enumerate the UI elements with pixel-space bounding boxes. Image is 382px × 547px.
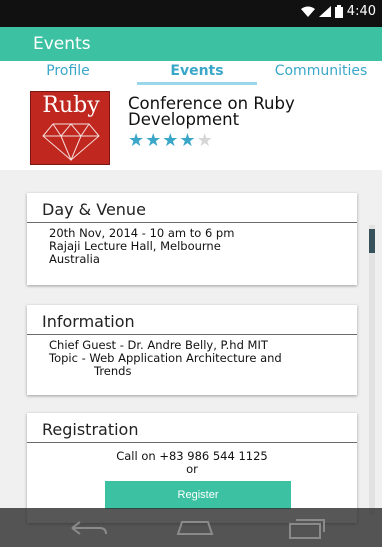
registration-heading: Registration (42, 420, 139, 439)
venue-country: Australia (49, 252, 100, 266)
star-empty-icon: ★ (196, 130, 213, 151)
ruby-logo: Ruby (30, 91, 110, 165)
information-card-header: Information (27, 305, 357, 335)
scrollbar-thumb[interactable] (369, 229, 375, 253)
or-text: or (186, 462, 198, 476)
back-icon[interactable] (66, 516, 112, 540)
recent-apps-icon[interactable] (284, 516, 330, 540)
star-icon: ★ (179, 130, 196, 151)
venue-heading: Day & Venue (42, 200, 146, 219)
event-title: Conference on Ruby Development (128, 94, 295, 129)
venue-card: Day & Venue 20th Nov, 2014 - 10 am to 6 … (27, 193, 357, 285)
venue-card-header: Day & Venue (27, 193, 357, 223)
star-icon: ★ (128, 130, 145, 151)
navigation-bar (0, 508, 382, 547)
information-card: Information Chief Guest - Dr. Andre Bell… (27, 305, 357, 395)
home-icon[interactable] (172, 516, 218, 540)
information-heading: Information (42, 312, 135, 331)
battery-icon (334, 5, 343, 18)
wifi-icon (300, 6, 315, 17)
status-bar: 4:40 (0, 0, 382, 27)
ruby-gem-icon (42, 123, 100, 162)
star-icon: ★ (162, 130, 179, 151)
information-details: Chief Guest - Dr. Andre Belly, P.hd MIT … (27, 335, 357, 378)
registration-card: Registration Call on +83 986 544 1125 or… (27, 413, 357, 523)
registration-details: Call on +83 986 544 1125 or (27, 443, 357, 476)
venue-details: 20th Nov, 2014 - 10 am to 6 pm Rajaji Le… (27, 223, 357, 266)
status-icons: 4:40 (300, 4, 376, 19)
tab-profile[interactable]: Profile (38, 63, 98, 85)
ruby-logo-text: Ruby (42, 93, 100, 118)
app-title: Events (33, 34, 91, 54)
star-icon: ★ (145, 130, 162, 151)
registration-card-header: Registration (27, 413, 357, 443)
star-rating: ★ ★ ★ ★ ★ (128, 132, 213, 150)
signal-icon (318, 6, 331, 17)
topic-continued: Trends (94, 364, 132, 378)
app-bar: Events (0, 27, 382, 61)
scrollbar-track[interactable] (369, 225, 375, 515)
tab-communities[interactable]: Communities (262, 63, 380, 85)
status-time: 4:40 (346, 4, 376, 19)
register-button[interactable]: Register (105, 481, 291, 509)
